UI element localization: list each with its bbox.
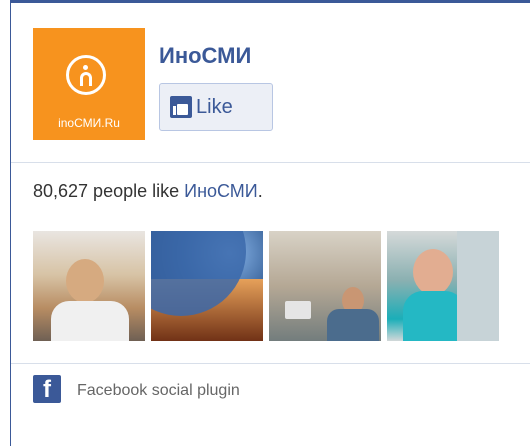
page-name-link[interactable]: ИноСМИ <box>159 43 251 69</box>
fan-avatar-2[interactable] <box>151 231 263 341</box>
like-count-text: 80,627 people like <box>33 181 185 201</box>
fan-avatar-3[interactable] <box>269 231 381 341</box>
background-image <box>457 231 499 341</box>
page-logo[interactable]: inoСМИ.Ru <box>33 28 145 140</box>
logo-text: inoСМИ.Ru <box>58 116 120 130</box>
face-head <box>413 249 453 295</box>
like-button[interactable]: Like <box>159 83 273 131</box>
fan-faces <box>33 231 503 341</box>
divider-top <box>11 162 530 163</box>
face-shirt <box>403 291 465 341</box>
like-count: 80,627 people like ИноСМИ. <box>33 181 263 202</box>
page-link-inline[interactable]: ИноСМИ <box>184 181 258 201</box>
facebook-icon[interactable]: f <box>33 375 61 403</box>
face-head <box>66 259 104 303</box>
like-count-suffix: . <box>257 181 263 201</box>
fan-avatar-1[interactable] <box>33 231 145 341</box>
inosmi-logo-icon <box>66 55 106 95</box>
divider-bottom <box>11 363 530 364</box>
facebook-social-plugin-label[interactable]: Facebook social plugin <box>77 382 240 400</box>
page-header: inoСМИ.Ru ИноСМИ Like <box>11 3 530 163</box>
facebook-like-box: inoСМИ.Ru ИноСМИ Like 80,627 people like… <box>10 0 530 446</box>
face-shirt <box>51 301 129 341</box>
tv-image <box>285 301 311 319</box>
like-button-label: Like <box>196 96 233 118</box>
face-shirt <box>327 309 379 341</box>
thumbs-up-icon <box>170 96 192 118</box>
fan-avatar-4[interactable] <box>387 231 499 341</box>
